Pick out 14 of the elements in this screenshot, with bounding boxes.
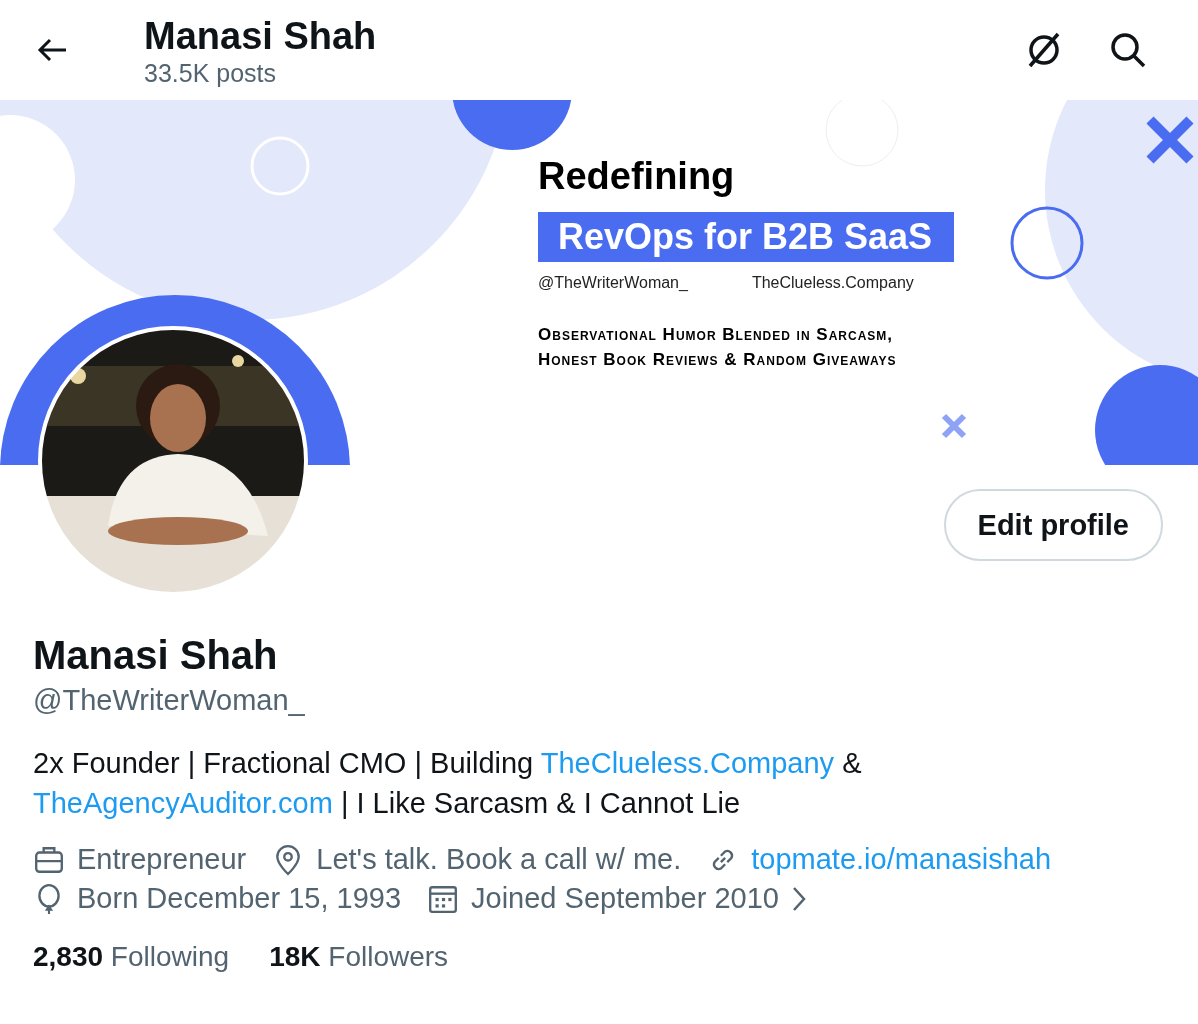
follow-stat-link[interactable]: 2,830 Following — [33, 941, 230, 973]
profile-detail: Born December 15, 1993 — [77, 882, 402, 915]
profile-detail: Entrepreneur — [77, 843, 247, 876]
follow-stat-link[interactable]: 18K Followers — [269, 941, 449, 973]
back-icon[interactable] — [36, 38, 68, 62]
bio-text: 2x Founder | Fractional CMO | Building TheClueless.Company & TheAgencyAuditor.com | I Like Sarcasm & I Cannot Lie — [33, 746, 863, 821]
edit-profile-button[interactable]: Edit profile — [943, 489, 1163, 561]
profile-handle: @TheWriterWoman_ — [33, 684, 306, 717]
profile-name: Manasi Shah — [33, 633, 279, 678]
profile-title: Manasi Shah — [144, 13, 378, 59]
post-count: 33.5K posts — [144, 58, 278, 88]
profile-detail: Joined September 2010 — [471, 882, 779, 915]
search-icon[interactable] — [1108, 30, 1148, 70]
profile-detail: Let's talk. Book a call w/ me. — [316, 843, 682, 876]
